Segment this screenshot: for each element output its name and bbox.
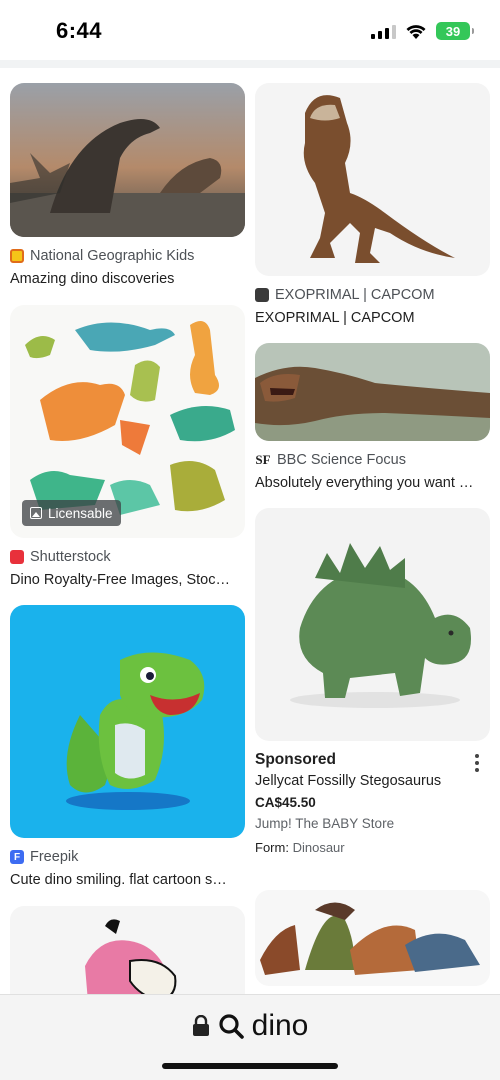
product-attribute: Form: Dinosaur [255, 840, 490, 855]
attribute-value: Dinosaur [292, 840, 345, 855]
result-source[interactable]: BBC Science Focus [277, 452, 406, 468]
result-title[interactable]: Cute dino smiling. flat cartoon s… [10, 872, 245, 888]
image-result-partial-right[interactable] [255, 890, 490, 986]
signal-icon [371, 23, 396, 39]
result-source[interactable]: Shutterstock [30, 549, 111, 565]
status-time: 6:44 [56, 18, 103, 43]
home-indicator[interactable] [162, 1063, 338, 1069]
status-bar: 6:44 39 [0, 0, 500, 60]
result-title[interactable]: Amazing dino discoveries [10, 271, 245, 287]
battery-icon: 39 [436, 22, 474, 40]
image-icon [30, 507, 42, 519]
image-result-bbc[interactable]: SF BBC Science Focus Absolutely everythi… [255, 343, 490, 491]
status-icons: 39 [371, 22, 474, 40]
attribute-label: Form: [255, 840, 289, 855]
image-result-natgeo[interactable]: National Geographic Kids Amazing dino di… [10, 83, 245, 287]
result-thumbnail[interactable] [255, 83, 490, 276]
more-options-icon[interactable] [472, 753, 482, 773]
licensable-badge[interactable]: Licensable [22, 500, 121, 526]
product-thumbnail[interactable] [255, 508, 490, 741]
sponsored-product-jellycat[interactable]: Sponsored Jellycat Fossilly Stegosaurus … [255, 508, 490, 855]
result-thumbnail[interactable] [10, 83, 245, 237]
result-source[interactable]: EXOPRIMAL | CAPCOM [275, 287, 435, 303]
address-bar[interactable]: dino [0, 994, 500, 1080]
shutterstock-favicon-icon [10, 550, 24, 564]
product-name[interactable]: Jellycat Fossilly Stegosaurus [255, 773, 490, 789]
result-title[interactable]: EXOPRIMAL | CAPCOM [255, 310, 490, 326]
licensable-label: Licensable [48, 505, 113, 521]
search-query-text[interactable]: dino [252, 1009, 309, 1043]
result-source[interactable]: National Geographic Kids [30, 248, 194, 264]
result-thumbnail[interactable]: Licensable [10, 305, 245, 538]
result-source[interactable]: Freepik [30, 849, 78, 865]
freepik-favicon-icon: F [10, 850, 24, 864]
image-result-shutterstock[interactable]: Licensable Shutterstock Dino Royalty-Fre… [10, 305, 245, 588]
natgeo-favicon-icon [10, 249, 24, 263]
image-result-freepik[interactable]: F Freepik Cute dino smiling. flat cartoo… [10, 605, 245, 888]
wifi-icon [406, 25, 426, 39]
result-thumbnail[interactable] [255, 343, 490, 441]
result-thumbnail[interactable] [10, 605, 245, 838]
lock-icon [192, 1015, 209, 1036]
image-result-exoprimal[interactable]: EXOPRIMAL | CAPCOM EXOPRIMAL | CAPCOM [255, 83, 490, 326]
result-thumbnail[interactable] [255, 890, 490, 986]
battery-level: 39 [445, 23, 461, 39]
result-title[interactable]: Dino Royalty-Free Images, Stoc… [10, 572, 245, 588]
capcom-favicon-icon [255, 288, 269, 302]
divider [0, 60, 500, 68]
sponsored-label: Sponsored [255, 751, 336, 768]
product-price: CA$45.50 [255, 795, 316, 810]
sciencefocus-favicon-icon: SF [255, 452, 271, 467]
search-query-field[interactable]: dino [0, 1009, 500, 1043]
result-title[interactable]: Absolutely everything you want … [255, 475, 490, 491]
product-store[interactable]: Jump! The BABY Store [255, 816, 490, 831]
search-icon [219, 1014, 244, 1039]
